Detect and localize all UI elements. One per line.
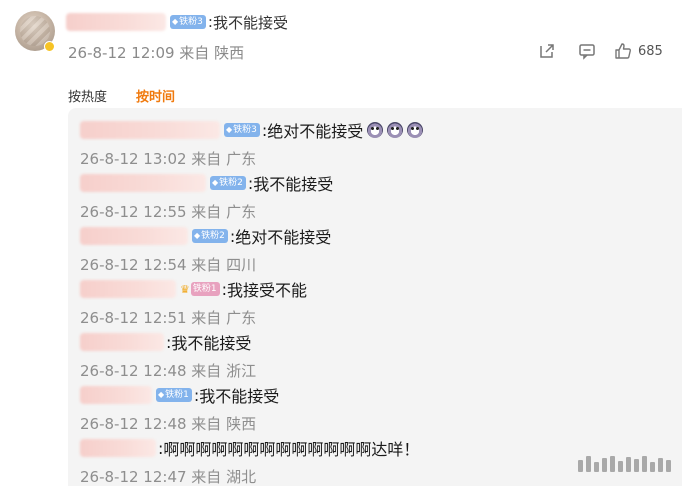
share-button[interactable] <box>538 41 556 61</box>
main-comment-meta: 26-8-12 12:09 来自 陕西 <box>68 44 245 62</box>
username-redacted[interactable] <box>80 333 164 351</box>
reply-item: ◆ 铁粉3 : 绝对不能接受 26-8-12 13:02 来自 广东 <box>80 108 680 168</box>
reply-panel: ◆ 铁粉3 : 绝对不能接受 26-8-12 13:02 来自 广东 ◆ 铁粉2 :我… <box>68 108 682 486</box>
fan-rank-label: 铁粉2 <box>201 231 225 241</box>
fan-rank-badge: ◆ 铁粉1 <box>156 388 192 402</box>
username-redacted[interactable] <box>80 439 156 457</box>
sort-by-time-tab[interactable]: 按时间 <box>136 86 175 105</box>
reply-text: 绝对不能接受 <box>267 122 364 141</box>
fan-rank-badge: ◆ 铁粉2 <box>192 229 228 243</box>
reply-meta: 26-8-12 12:47 来自 湖北 <box>80 468 257 486</box>
fan-rank-badge: ◆ 铁粉2 <box>210 176 246 190</box>
reply-item: : 我不能接受 26-8-12 12:48 来自 浙江 <box>80 320 680 380</box>
like-count: 685 <box>638 43 663 59</box>
reply-text: 我接受不能 <box>227 281 308 300</box>
main-comment-text: 我不能接受 <box>212 13 288 32</box>
emoji-icon <box>367 122 384 138</box>
fan-rank-badge: ◆ 铁粉3 <box>170 15 206 29</box>
fan-rank-label: 铁粉3 <box>179 17 203 27</box>
username-redacted[interactable] <box>80 386 152 404</box>
emoji-icon <box>407 122 424 138</box>
main-comment-line: ◆ 铁粉3 : 我不能接受 <box>66 11 288 33</box>
reply-text: 我不能接受 <box>171 334 252 353</box>
reply-item: ◆ 铁粉2 : 绝对不能接受 26-8-12 12:54 来自 四川 <box>80 214 680 274</box>
share-icon <box>540 44 554 58</box>
fan-rank-label: 铁粉1 <box>165 390 189 400</box>
reply-text: 绝对不能接受 <box>235 228 332 247</box>
fan-rank-badge: 铁粉1 <box>190 282 220 296</box>
comment-icon <box>579 44 595 60</box>
reply-text: 我不能接受 <box>253 175 334 194</box>
reply-item: ♛ 铁粉1 : 我接受不能 26-8-12 12:51 来自 广东 <box>80 267 680 327</box>
verified-badge-icon <box>44 41 55 52</box>
fan-rank-badge: ◆ 铁粉3 <box>224 123 260 137</box>
username-redacted[interactable] <box>80 280 176 298</box>
username-redacted[interactable] <box>80 121 220 139</box>
reply-text: 我不能接受 <box>199 387 280 406</box>
fan-rank-label: 铁粉1 <box>192 284 217 294</box>
watermark-logo <box>578 456 671 472</box>
username-redacted[interactable] <box>80 227 188 245</box>
sort-by-hot-tab[interactable]: 按热度 <box>68 86 107 105</box>
fan-rank-label: 铁粉3 <box>233 125 257 135</box>
like-button[interactable]: 685 <box>614 41 663 61</box>
reply-item: ◆ 铁粉2 : 我不能接受 26-8-12 12:55 来自 广东 <box>80 161 680 221</box>
username-redacted[interactable] <box>80 174 206 192</box>
emoji-icon <box>387 122 404 138</box>
reply-text: 啊啊啊啊啊啊啊啊啊啊啊啊啊达咩！ <box>163 440 420 459</box>
crown-icon: ♛ <box>180 282 190 296</box>
comment-button[interactable] <box>578 41 596 61</box>
username-redacted[interactable] <box>66 13 166 31</box>
like-icon <box>615 43 631 59</box>
fan-rank-label: 铁粉2 <box>219 178 243 188</box>
reply-item: ◆ 铁粉1 : 我不能接受 26-8-12 12:48 来自 陕西 <box>80 373 680 433</box>
